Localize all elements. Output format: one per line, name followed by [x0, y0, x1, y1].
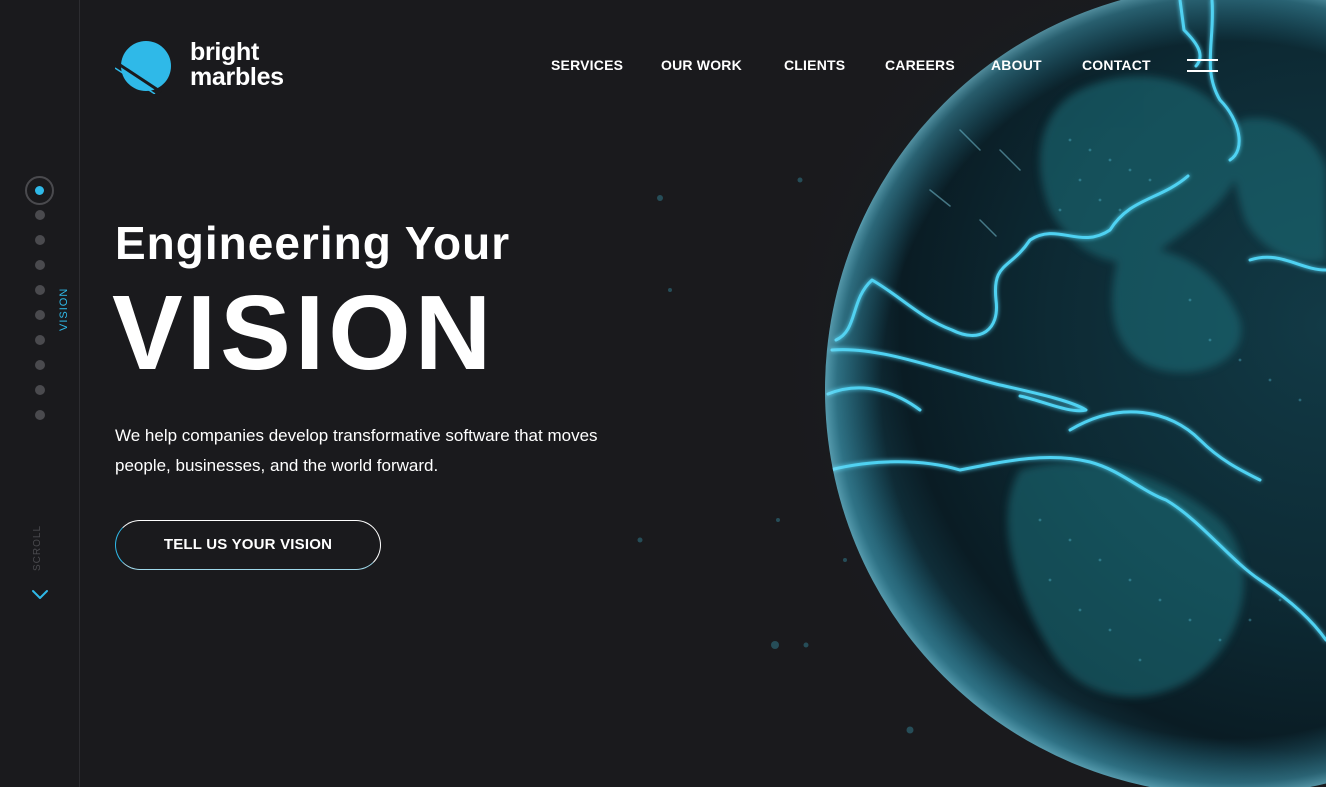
- pagination-dot[interactable]: [35, 385, 45, 395]
- pagination-dot[interactable]: [35, 310, 45, 320]
- nav-our-work[interactable]: OUR WORK: [661, 57, 742, 73]
- nav-services[interactable]: SERVICES: [551, 57, 623, 73]
- current-section-label: VISION: [58, 287, 70, 331]
- pagination-dot[interactable]: [35, 235, 45, 245]
- home-page: VISION SCROLL bright marbles SERVICES OU…: [0, 0, 1326, 787]
- chevron-down-icon[interactable]: [31, 588, 49, 602]
- main-nav: SERVICES OUR WORK CLIENTS CAREERS ABOUT …: [0, 57, 1326, 77]
- hero-title: VISION: [112, 274, 496, 392]
- pagination-dot[interactable]: [35, 360, 45, 370]
- nav-contact[interactable]: CONTACT: [1082, 57, 1151, 73]
- globe-image: [600, 0, 1326, 787]
- tell-us-your-vision-button[interactable]: TELL US YOUR VISION: [115, 520, 381, 570]
- hero-description: We help companies develop transformative…: [115, 426, 598, 475]
- hamburger-menu-icon[interactable]: [1187, 59, 1218, 73]
- scroll-label: SCROLL: [32, 525, 43, 572]
- pagination-dot[interactable]: [35, 285, 45, 295]
- pagination-dot[interactable]: [35, 410, 45, 420]
- pagination-dot[interactable]: [35, 260, 45, 270]
- section-rail: VISION SCROLL: [0, 0, 80, 787]
- hero-eyebrow: Engineering Your: [115, 217, 511, 269]
- pagination-dot-active[interactable]: [25, 176, 54, 205]
- pagination-dot[interactable]: [35, 210, 45, 220]
- nav-careers[interactable]: CAREERS: [885, 57, 955, 73]
- nav-clients[interactable]: CLIENTS: [784, 57, 845, 73]
- nav-about[interactable]: ABOUT: [991, 57, 1042, 73]
- pagination-dot[interactable]: [35, 335, 45, 345]
